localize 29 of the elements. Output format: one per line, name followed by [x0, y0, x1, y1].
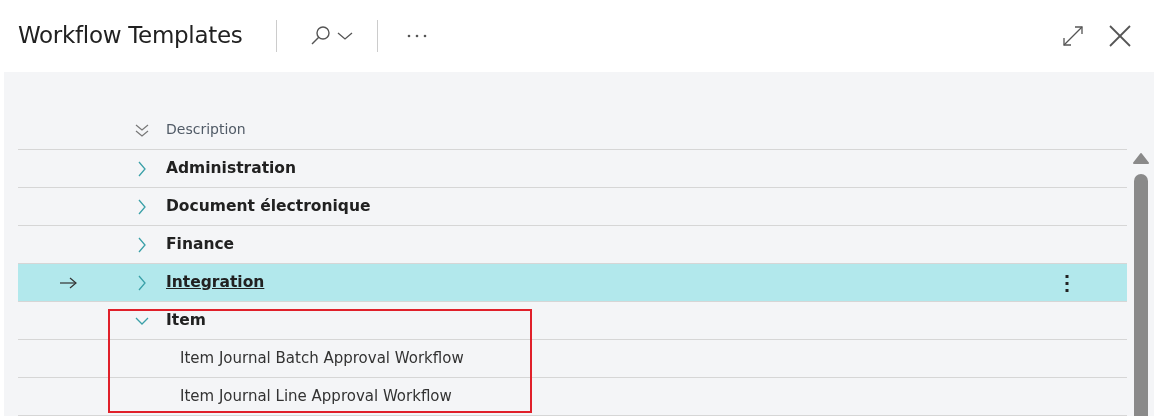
chevron-right-icon: [137, 274, 147, 291]
table-row[interactable]: Item Journal Line Approval Workflow: [18, 378, 1127, 416]
table-row[interactable]: Administration: [18, 150, 1127, 188]
search-icon: [309, 25, 332, 47]
chevron-down-icon: [337, 31, 354, 41]
close-icon: [1108, 24, 1132, 48]
expand-icon: [1062, 25, 1084, 47]
category-name[interactable]: Document électronique: [166, 194, 371, 219]
category-name[interactable]: Item: [166, 308, 206, 333]
scroll-up-icon: [1132, 152, 1149, 164]
template-name[interactable]: Item Journal Batch Approval Workflow: [180, 347, 464, 370]
table-row[interactable]: Document électronique: [18, 188, 1127, 226]
category-name[interactable]: Administration: [166, 156, 297, 181]
chevron-right-icon: [137, 160, 147, 177]
window-title: Workflow Templates: [18, 22, 243, 50]
kebab-icon: [1065, 274, 1069, 292]
category-name[interactable]: Integration: [166, 270, 265, 295]
category-name[interactable]: Finance: [166, 232, 235, 257]
chevron-right-icon: [137, 236, 147, 253]
table-row[interactable]: Item Journal Batch Approval Workflow: [18, 340, 1127, 378]
table-row[interactable]: Integration: [18, 264, 1127, 302]
more-icon: [406, 33, 429, 39]
chevron-down-icon: [135, 315, 149, 326]
arrow-right-icon: [59, 276, 77, 289]
chevron-right-icon: [137, 198, 147, 215]
scrollbar-thumb[interactable]: [1133, 174, 1148, 416]
table-row[interactable]: Item: [18, 302, 1127, 340]
column-header[interactable]: Description: [166, 119, 246, 140]
template-name[interactable]: Item Journal Line Approval Workflow: [180, 385, 452, 408]
